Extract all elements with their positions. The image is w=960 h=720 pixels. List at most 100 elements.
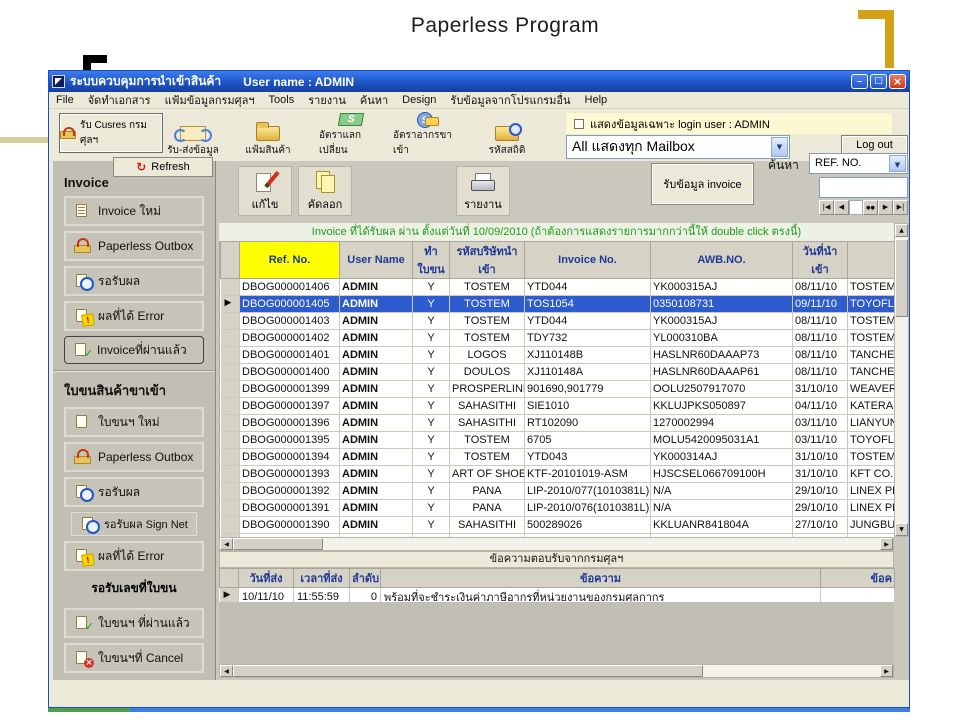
copy-button[interactable]: คัดลอก bbox=[298, 166, 352, 216]
sidebar-invoice-error[interactable]: ผลที่ได้ Error bbox=[64, 301, 204, 331]
header-import-date[interactable]: วันที่นำเข้า bbox=[793, 242, 848, 279]
header-ref-no[interactable]: Ref. No. bbox=[240, 242, 340, 279]
row-selector[interactable] bbox=[221, 347, 240, 364]
next-record-button[interactable] bbox=[878, 200, 893, 215]
header-sent-date[interactable]: วันที่ส่ง bbox=[239, 569, 294, 588]
table-row[interactable]: DBOG000001391ADMINYPANALIP-2010/076(1010… bbox=[221, 500, 895, 517]
response-horizontal-scrollbar[interactable] bbox=[219, 664, 894, 678]
search-input[interactable] bbox=[819, 177, 908, 198]
header-user-name[interactable]: User Name bbox=[340, 242, 413, 279]
last-record-button[interactable] bbox=[893, 200, 908, 215]
report-button[interactable]: รายงาน bbox=[456, 166, 510, 216]
table-row[interactable]: DBOG000001405ADMINYTOSTEMTOS105403501087… bbox=[221, 296, 895, 313]
row-selector[interactable] bbox=[221, 517, 240, 534]
login-filter-checkbox[interactable] bbox=[574, 119, 584, 129]
header-importer-code[interactable]: รหัสบริษัทนำเข้า bbox=[450, 242, 525, 279]
header-awb-no[interactable]: AWB.NO. bbox=[651, 242, 793, 279]
table-row[interactable]: DBOG000001392ADMINYPANALIP-2010/077(1010… bbox=[221, 483, 895, 500]
row-selector[interactable] bbox=[221, 483, 240, 500]
invoice-caption[interactable]: Invoice ที่ได้รับผล ผ่าน ตั้งแต่วันที่ 1… bbox=[219, 223, 894, 241]
sidebar-invoice-wait-result[interactable]: รอรับผล bbox=[64, 266, 204, 296]
scroll-right-icon[interactable] bbox=[880, 665, 893, 677]
table-row[interactable]: DBOG000001395ADMINYTOSTEM6705MOLU5420095… bbox=[221, 432, 895, 449]
sidebar-decl-outbox[interactable]: Paperless Outbox bbox=[64, 442, 204, 472]
horizontal-scrollbar[interactable] bbox=[219, 537, 894, 551]
menu-item-8[interactable]: Help bbox=[578, 94, 615, 106]
row-selector[interactable] bbox=[221, 466, 240, 483]
previous-record-button[interactable] bbox=[834, 200, 849, 215]
scroll-right-icon[interactable] bbox=[880, 538, 893, 550]
mailbox-select[interactable]: All แสดงทุก Mailbox bbox=[566, 135, 790, 159]
header-message-extra[interactable]: ข้อค bbox=[821, 569, 895, 588]
menu-item-5[interactable]: ค้นหา bbox=[353, 91, 395, 109]
chevron-down-icon[interactable] bbox=[889, 155, 906, 172]
scrollbar-thumb[interactable] bbox=[895, 239, 908, 317]
toolbar-button-0[interactable]: รับ-ส่งข้อมูล bbox=[165, 112, 221, 158]
titlebar[interactable]: ระบบควบคุมการนำเข้าสินค้า User name : AD… bbox=[49, 71, 909, 92]
header-invoice-no[interactable]: Invoice No. bbox=[525, 242, 651, 279]
sidebar-decl-wait-result[interactable]: รอรับผล bbox=[64, 477, 204, 507]
table-row[interactable]: DBOG000001399ADMINYPROSPERLINK901690,901… bbox=[221, 381, 895, 398]
table-row[interactable]: DBOG000001401ADMINYLOGOSXJ110148BHASLNR6… bbox=[221, 347, 895, 364]
table-row[interactable]: DBOG000001396ADMINYSAHASITHIRT1020901270… bbox=[221, 415, 895, 432]
sidebar-invoice-new[interactable]: Invoice ใหม่ bbox=[64, 196, 204, 226]
refresh-button[interactable]: Refresh bbox=[113, 157, 213, 177]
toolbar-button-2[interactable]: อัตราแลกเปลี่ยน bbox=[319, 112, 383, 158]
menu-item-4[interactable]: รายงาน bbox=[301, 91, 353, 109]
chevron-down-icon[interactable] bbox=[771, 137, 788, 157]
sidebar-invoice-passed[interactable]: Invoiceที่ผ่านแล้ว bbox=[64, 336, 204, 364]
row-selector[interactable] bbox=[221, 279, 240, 296]
maximize-button[interactable] bbox=[870, 74, 887, 89]
row-selector[interactable] bbox=[221, 313, 240, 330]
scroll-up-icon[interactable] bbox=[895, 224, 908, 237]
scroll-left-icon[interactable] bbox=[220, 665, 233, 677]
row-selector[interactable] bbox=[221, 330, 240, 347]
sidebar-decl-wait-signnet[interactable]: รอรับผล Sign Net bbox=[71, 512, 197, 536]
sidebar-decl-new[interactable]: ใบขนฯ ใหม่ bbox=[64, 407, 204, 437]
toolbar-button-3[interactable]: อัตราอากรขาเข้า bbox=[393, 112, 461, 158]
close-button[interactable] bbox=[889, 74, 906, 89]
first-record-button[interactable] bbox=[819, 200, 834, 215]
minimize-button[interactable] bbox=[851, 74, 868, 89]
sidebar-decl-passed[interactable]: ใบขนฯ ที่ผ่านแล้ว bbox=[64, 608, 204, 638]
scrollbar-thumb[interactable] bbox=[233, 538, 323, 550]
table-row[interactable]: DBOG000001403ADMINYTOSTEMYTD044YK000315A… bbox=[221, 313, 895, 330]
header-sent-time[interactable]: เวลาที่ส่ง bbox=[294, 569, 350, 588]
receive-invoice-button[interactable]: รับข้อมูล invoice bbox=[651, 163, 754, 205]
sidebar-decl-error[interactable]: ผลที่ได้ Error bbox=[64, 541, 204, 571]
row-selector[interactable] bbox=[221, 364, 240, 381]
row-selector[interactable] bbox=[221, 432, 240, 449]
sidebar-invoice-outbox[interactable]: Paperless Outbox bbox=[64, 231, 204, 261]
toolbar-button-4[interactable]: รหัสสถิติ bbox=[477, 112, 537, 158]
row-selector[interactable] bbox=[221, 381, 240, 398]
menu-item-1[interactable]: จัดทำเอกสาร bbox=[81, 91, 158, 109]
menu-item-0[interactable]: File bbox=[49, 94, 81, 106]
row-selector[interactable] bbox=[221, 449, 240, 466]
table-row[interactable]: DBOG000001406ADMINYTOSTEMYTD044YK000315A… bbox=[221, 279, 895, 296]
table-row[interactable]: DBOG000001394ADMINYTOSTEMYTD043YK000314A… bbox=[221, 449, 895, 466]
menu-item-7[interactable]: รับข้อมูลจากโปรแกรมอื่น bbox=[443, 91, 577, 109]
table-row[interactable]: DBOG000001402ADMINYTOSTEMTDY732YL000310B… bbox=[221, 330, 895, 347]
header-message[interactable]: ข้อความ bbox=[381, 569, 821, 588]
header-sequence[interactable]: ลำดับ bbox=[350, 569, 381, 588]
row-selector[interactable] bbox=[221, 415, 240, 432]
vertical-scrollbar[interactable] bbox=[894, 223, 909, 537]
header-make-decl[interactable]: ทำใบขน bbox=[413, 242, 450, 279]
scroll-left-icon[interactable] bbox=[220, 538, 233, 550]
sidebar-decl-cancel[interactable]: ใบขนฯที่ Cancel bbox=[64, 643, 204, 673]
menu-item-3[interactable]: Tools bbox=[262, 94, 302, 106]
scroll-down-icon[interactable] bbox=[895, 523, 908, 536]
header-company[interactable] bbox=[848, 242, 895, 279]
table-row[interactable]: DBOG000001397ADMINYSAHASITHISIE1010KKLUJ… bbox=[221, 398, 895, 415]
row-selector[interactable] bbox=[221, 500, 240, 517]
toolbar-button-1[interactable]: แฟ้มสินค้า bbox=[240, 112, 296, 158]
table-row[interactable]: DBOG000001390ADMINYSAHASITHI500289026KKL… bbox=[221, 517, 895, 534]
table-row[interactable]: DBOG000001393ADMINYART OF SHOESKTF-20101… bbox=[221, 466, 895, 483]
menu-item-6[interactable]: Design bbox=[395, 94, 443, 106]
table-row[interactable]: DBOG000001400ADMINYDOULOSXJ110148AHASLNR… bbox=[221, 364, 895, 381]
row-selector[interactable] bbox=[221, 398, 240, 415]
menu-item-2[interactable]: แฟ้มข้อมูลกรมศุลฯ bbox=[158, 91, 262, 109]
row-selector[interactable] bbox=[221, 296, 240, 313]
edit-button[interactable]: แก้ไข bbox=[238, 166, 292, 216]
scrollbar-thumb[interactable] bbox=[233, 665, 703, 677]
